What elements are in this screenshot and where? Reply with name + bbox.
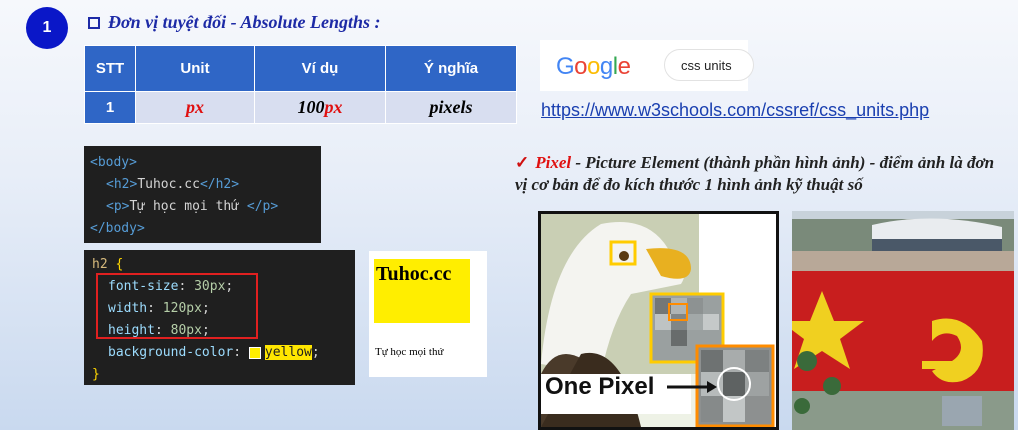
w3schools-link[interactable]: https://www.w3schools.com/cssref/css_uni… bbox=[541, 100, 929, 121]
code-token: } bbox=[92, 367, 100, 382]
code-token: <p> bbox=[106, 199, 130, 214]
section-title: Đơn vị tuyệt đối - Absolute Lengths : bbox=[108, 12, 381, 32]
css-property: background-color bbox=[108, 345, 234, 360]
code-line: </body> bbox=[90, 218, 321, 240]
code-token: Tự học mọi thứ bbox=[129, 199, 247, 214]
pixel-term: Pixel bbox=[535, 153, 572, 172]
example-unit: px bbox=[324, 97, 343, 117]
section-number-badge: 1 bbox=[26, 7, 68, 49]
header-example: Ví dụ bbox=[254, 45, 386, 92]
cell-example: 100px bbox=[254, 91, 386, 124]
code-token: </p> bbox=[246, 199, 279, 214]
one-pixel-caption: One Pixel bbox=[545, 373, 655, 400]
code-line: <body> bbox=[90, 152, 321, 174]
checkmark-icon: ✓ bbox=[515, 153, 530, 172]
preview-paragraph: Tự học mọi thứ bbox=[375, 346, 444, 358]
pixel-definition: ✓ Pixel - Picture Element (thành phần hìn… bbox=[515, 152, 1010, 196]
code-token: { bbox=[115, 257, 124, 272]
render-preview: Tuhoc.cc Tự học mọi thứ bbox=[369, 251, 487, 377]
stadium-crowd-photo bbox=[792, 211, 1014, 430]
google-logo: Google bbox=[556, 53, 631, 80]
checkbox-bullet-icon bbox=[88, 16, 100, 29]
table-header-row: STT Unit Ví dụ Ý nghĩa bbox=[84, 45, 517, 92]
cell-meaning: pixels bbox=[385, 91, 517, 124]
css-code-block: h2 { font-size: 30px; width: 120px; heig… bbox=[84, 250, 355, 385]
section-number: 1 bbox=[42, 19, 52, 36]
preview-h2: Tuhoc.cc bbox=[374, 259, 470, 323]
highlight-box bbox=[96, 273, 258, 339]
code-token: <body> bbox=[90, 155, 137, 170]
section-heading: Đơn vị tuyệt đối - Absolute Lengths : bbox=[88, 12, 381, 33]
code-token: </body> bbox=[90, 221, 145, 236]
google-search-snippet: Google css units bbox=[540, 40, 754, 91]
html-code-block: <body> <h2>Tuhoc.cc</h2> <p>Tự học mọi t… bbox=[84, 146, 321, 243]
code-token: </h2> bbox=[199, 177, 240, 192]
units-table: STT Unit Ví dụ Ý nghĩa 1 px 100px pixels bbox=[84, 45, 517, 124]
google-search-input[interactable]: css units bbox=[664, 49, 754, 81]
eagle-pixel-illustration: One Pixel bbox=[538, 211, 779, 430]
cell-stt: 1 bbox=[84, 91, 136, 124]
example-number: 100 bbox=[297, 97, 325, 117]
stadium-image bbox=[792, 211, 1014, 430]
color-swatch-icon bbox=[248, 346, 261, 359]
code-line: background-color: yellow; bbox=[108, 345, 320, 360]
code-token: <h2> bbox=[106, 177, 138, 192]
header-meaning: Ý nghĩa bbox=[385, 45, 517, 92]
cell-unit: px bbox=[135, 91, 255, 124]
code-line: <p>Tự học mọi thứ </p> bbox=[90, 196, 321, 218]
header-stt: STT bbox=[84, 45, 136, 92]
table-row: 1 px 100px pixels bbox=[84, 91, 517, 124]
code-line: <h2>Tuhoc.cc</h2> bbox=[90, 174, 321, 196]
header-unit: Unit bbox=[135, 45, 255, 92]
pixel-description: - Picture Element (thành phần hình ảnh) … bbox=[515, 153, 995, 194]
css-selector: h2 bbox=[92, 257, 108, 272]
css-value: yellow bbox=[264, 345, 312, 360]
code-line: } bbox=[92, 364, 355, 386]
code-token: Tuhoc.cc bbox=[137, 177, 200, 192]
